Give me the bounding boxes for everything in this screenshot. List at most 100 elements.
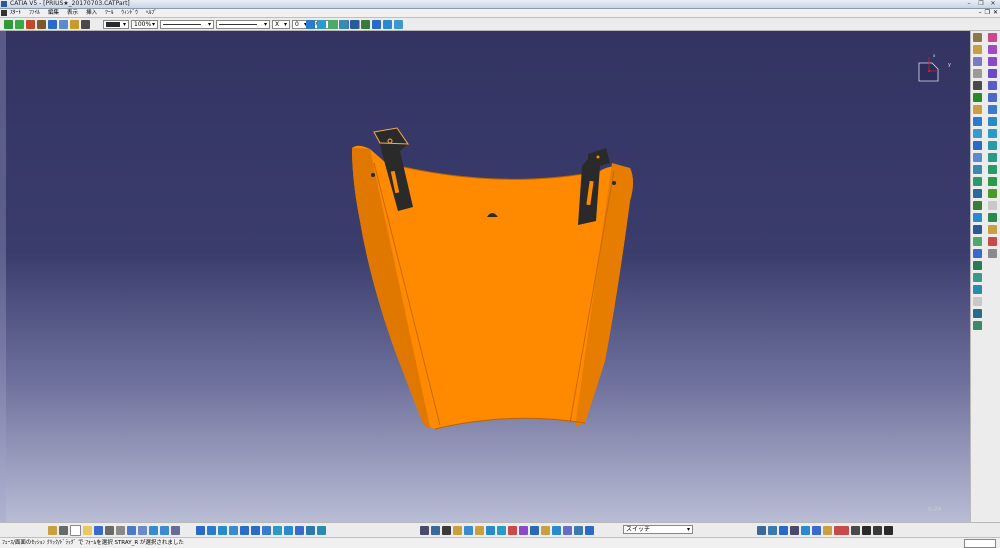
measure-icon[interactable]	[48, 19, 57, 29]
param-icon[interactable]	[431, 525, 440, 535]
doc-close-button[interactable]: ✕	[993, 9, 998, 17]
iso-view-icon[interactable]	[284, 525, 293, 535]
assemble-icon[interactable]	[973, 273, 982, 282]
design-table-icon[interactable]	[519, 525, 528, 535]
opacity-dropdown[interactable]: 100% ▾	[131, 19, 158, 29]
surface-analysis-icon[interactable]	[812, 525, 821, 535]
selection-icon[interactable]	[574, 525, 583, 535]
minimize-button[interactable]: –	[964, 0, 974, 7]
mapping-icon[interactable]	[823, 525, 832, 535]
projection-icon[interactable]	[339, 19, 348, 29]
boundary-icon[interactable]	[988, 153, 997, 162]
menu-file[interactable]: ﾌｧｲﾙ	[29, 9, 40, 17]
sketch-icon[interactable]	[317, 19, 326, 29]
line-type-dropdown[interactable]: ▾	[160, 19, 214, 29]
visualization-icon[interactable]	[563, 525, 572, 535]
sweep-icon[interactable]	[988, 57, 997, 66]
porcupine-icon[interactable]	[779, 525, 788, 535]
law-icon[interactable]	[475, 525, 484, 535]
pad-icon[interactable]	[973, 57, 982, 66]
zoom-out-icon[interactable]	[251, 525, 260, 535]
catalog-icon[interactable]	[70, 19, 79, 29]
open-file-icon[interactable]	[83, 525, 92, 535]
thickness-icon[interactable]	[973, 165, 982, 174]
pan-icon[interactable]	[218, 525, 227, 535]
sketch-analysis-icon[interactable]	[757, 525, 766, 535]
rib-icon[interactable]	[973, 105, 982, 114]
fit-all-icon[interactable]	[207, 525, 216, 535]
chamfer-icon[interactable]	[973, 129, 982, 138]
rotate-view-icon[interactable]	[229, 525, 238, 535]
save-icon[interactable]	[94, 525, 103, 535]
rule-icon[interactable]	[486, 525, 495, 535]
point-symbol-dropdown[interactable]: X ▾	[272, 19, 290, 29]
pocket-icon[interactable]	[973, 69, 982, 78]
material-icon[interactable]	[851, 525, 860, 535]
table-icon[interactable]	[81, 19, 90, 29]
trim-icon[interactable]	[988, 129, 997, 138]
doc-restore-button[interactable]: ❐	[985, 9, 990, 17]
publish-icon[interactable]	[541, 525, 550, 535]
fly-mode-icon[interactable]	[196, 525, 205, 535]
line-weight-dropdown[interactable]: ▾	[216, 19, 270, 29]
fillet-icon[interactable]	[973, 117, 982, 126]
sketcher-icon[interactable]	[973, 45, 982, 54]
split-icon[interactable]	[973, 189, 982, 198]
compass-widget[interactable]: x	[918, 53, 940, 83]
menu-edit[interactable]: 編集	[48, 9, 59, 17]
wrench-icon[interactable]	[37, 19, 46, 29]
measure-bottom-icon[interactable]	[59, 525, 68, 535]
help-icon[interactable]	[171, 525, 180, 535]
hole-icon[interactable]	[973, 81, 982, 90]
draft-icon[interactable]	[973, 141, 982, 150]
section-icon[interactable]	[372, 19, 381, 29]
paste-icon[interactable]	[138, 525, 147, 535]
menu-help[interactable]: ﾍﾙﾌﾟ	[146, 9, 157, 17]
render-icon[interactable]	[394, 19, 403, 29]
3d-viewport[interactable]	[0, 31, 970, 522]
extrude-icon[interactable]	[988, 81, 997, 90]
pan-arrows-icon[interactable]	[4, 19, 13, 29]
offset-icon[interactable]	[988, 105, 997, 114]
more-tools-icon[interactable]	[988, 249, 997, 258]
new-file-icon[interactable]	[70, 524, 81, 536]
list-icon[interactable]	[530, 525, 539, 535]
swap-space-icon[interactable]	[317, 525, 326, 535]
menu-view[interactable]: 表示	[67, 9, 78, 17]
connect-check-icon[interactable]	[790, 525, 799, 535]
symmetry-icon[interactable]	[973, 225, 982, 234]
disassemble-icon[interactable]	[988, 189, 997, 198]
join-icon[interactable]	[988, 117, 997, 126]
rotate-icon[interactable]	[973, 213, 982, 222]
constraint-icon[interactable]	[973, 297, 982, 306]
apply-material-icon[interactable]	[973, 321, 982, 330]
doc-minimize-button[interactable]: –	[979, 9, 982, 17]
shell-icon[interactable]	[973, 153, 982, 162]
lighting-icon[interactable]	[884, 525, 893, 535]
curvature-icon[interactable]	[361, 19, 370, 29]
formula-icon[interactable]	[464, 525, 473, 535]
plane-icon[interactable]	[328, 19, 337, 29]
surface-icon[interactable]	[988, 33, 997, 42]
extract-icon[interactable]	[988, 141, 997, 150]
swap-icon[interactable]	[585, 525, 594, 535]
intersect-icon[interactable]	[973, 285, 982, 294]
pattern-icon[interactable]	[973, 237, 982, 246]
zoom-in-icon[interactable]	[240, 525, 249, 535]
shading-icon[interactable]	[295, 525, 304, 535]
undo-icon[interactable]	[149, 525, 158, 535]
multi-view-icon[interactable]	[273, 525, 282, 535]
copy-icon[interactable]	[127, 525, 136, 535]
thick-surface-icon[interactable]	[988, 225, 997, 234]
pen-icon[interactable]	[840, 525, 849, 535]
boolean-icon[interactable]	[973, 261, 982, 270]
menu-window[interactable]: ｳｨﾝﾄﾞｳ	[121, 9, 138, 17]
color-dropdown[interactable]: ▾	[103, 19, 129, 29]
multi-section-icon[interactable]	[988, 45, 997, 54]
reaction-icon[interactable]	[508, 525, 517, 535]
print-icon[interactable]	[105, 525, 114, 535]
maximize-button[interactable]: ❐	[976, 0, 986, 7]
analysis-icon[interactable]	[350, 19, 359, 29]
thread-icon[interactable]	[973, 177, 982, 186]
menu-start[interactable]: ｽﾀｰﾄ	[10, 9, 21, 17]
